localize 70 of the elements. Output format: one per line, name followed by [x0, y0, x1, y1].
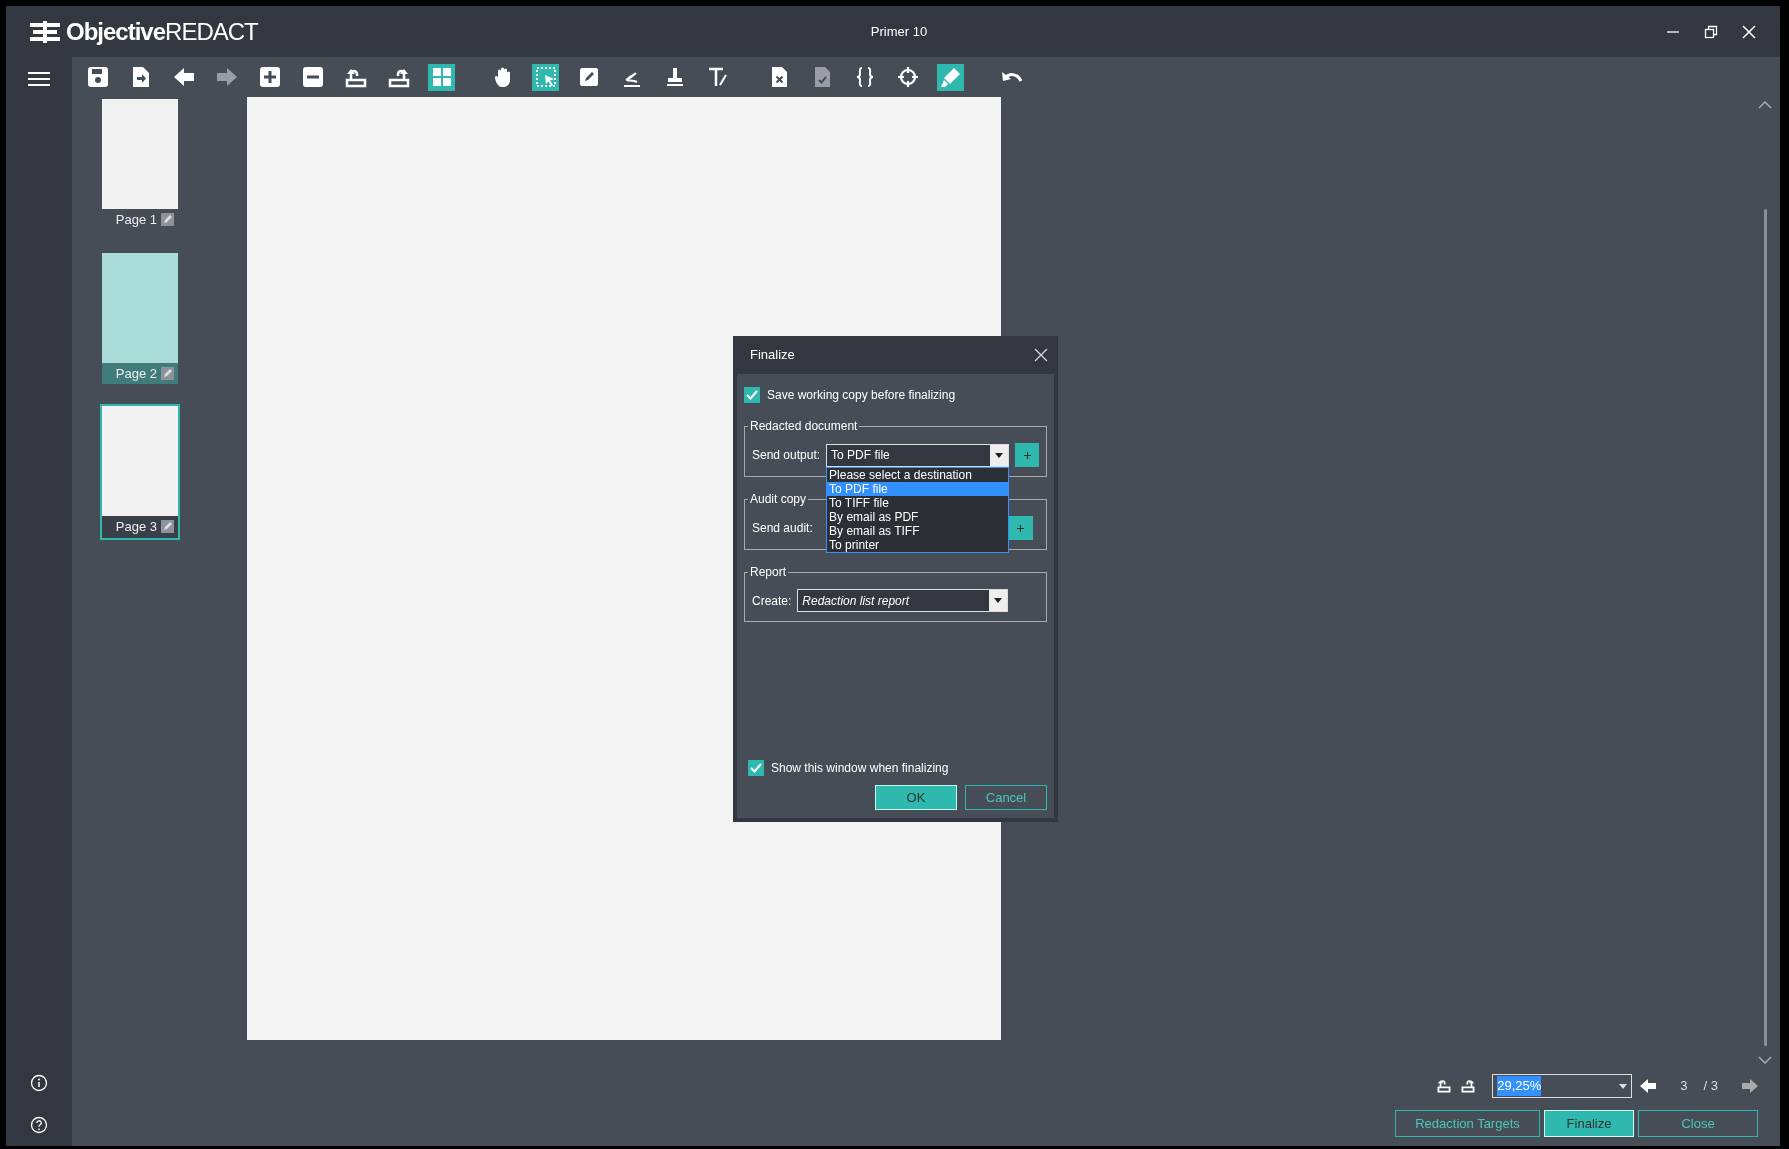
- footer-button[interactable]: Close: [1638, 1110, 1758, 1137]
- restore-icon: [1704, 24, 1718, 39]
- logo-text: REDACT: [165, 16, 258, 47]
- rotate-left-icon[interactable]: [1436, 1079, 1453, 1093]
- undo-icon: [1000, 71, 1023, 83]
- toolbar-button[interactable]: [428, 63, 455, 91]
- field-label: Send output:: [752, 447, 821, 464]
- page-label: Page 3: [115, 518, 157, 536]
- page-label: Page 1: [115, 211, 157, 229]
- close-icon: [1742, 24, 1756, 39]
- field-label: Send audit:: [752, 520, 813, 537]
- scroll-up-icon[interactable]: [1758, 101, 1772, 109]
- page-label: Page 2: [115, 364, 157, 383]
- page-total: / 3: [1703, 1077, 1718, 1096]
- selection-icon: [534, 66, 557, 88]
- crosshair-icon: [896, 66, 919, 88]
- dropdown-option[interactable]: Please select a destination: [827, 467, 1009, 482]
- dropdown-option[interactable]: To TIFF file: [827, 495, 1009, 510]
- dialog-button[interactable]: OK: [875, 785, 957, 810]
- page-thumbnail[interactable]: Page 1: [100, 97, 180, 233]
- right-arrow-icon: [215, 66, 238, 88]
- add-button[interactable]: [1007, 516, 1033, 540]
- page-thumbnail[interactable]: Page 3: [100, 404, 180, 540]
- edit-icon: [161, 213, 174, 227]
- group-label: Report: [748, 564, 789, 580]
- scrollbar-thumb[interactable]: [1763, 209, 1767, 1046]
- dropdown-option[interactable]: By email as PDF: [827, 509, 1009, 524]
- output-dropdown[interactable]: To PDF file: [826, 443, 1010, 467]
- page-number[interactable]: 3: [1680, 1076, 1688, 1096]
- info-button[interactable]: [30, 1074, 48, 1092]
- checkbox-label: Show this window when finalizing: [771, 760, 949, 777]
- logo-text: Objective: [66, 16, 166, 47]
- page-thumbnail[interactable]: Page 2: [100, 250, 180, 386]
- menu-button[interactable]: [28, 71, 50, 87]
- group-label: Audit copy: [748, 491, 809, 507]
- dropdown-option[interactable]: By email as TIFF: [827, 523, 1009, 538]
- edit-icon: [161, 366, 174, 380]
- dropdown-option[interactable]: To printer: [827, 537, 1009, 552]
- dialog-button[interactable]: Cancel: [965, 785, 1047, 810]
- dialog-title: Finalize: [750, 346, 795, 365]
- scroll-down-icon[interactable]: [1758, 1056, 1772, 1064]
- checkbox[interactable]: [748, 760, 764, 776]
- plus-square-icon: [258, 66, 281, 88]
- toolbar-button[interactable]: [532, 63, 559, 91]
- checkbox-label: Save working copy before finalizing: [767, 387, 956, 404]
- left-arrow-icon: [172, 66, 195, 88]
- right-arrow-icon[interactable]: [1742, 1079, 1758, 1093]
- minus-square-icon: [301, 66, 324, 88]
- pencil-icon: [577, 66, 600, 88]
- edit-icon: [161, 520, 174, 534]
- report-dropdown[interactable]: Redaction list report: [797, 589, 1009, 612]
- dropdown-arrow-icon[interactable]: [1619, 1083, 1628, 1089]
- logo-icon: [30, 20, 60, 43]
- add-button[interactable]: [1015, 443, 1039, 467]
- footer-button[interactable]: Finalize: [1544, 1110, 1634, 1137]
- checkbox[interactable]: [744, 387, 760, 403]
- text-cursor-icon: [706, 66, 729, 88]
- toolbar-button[interactable]: [937, 63, 964, 91]
- left-arrow-icon[interactable]: [1640, 1079, 1657, 1093]
- rotate-right-icon[interactable]: [1460, 1079, 1477, 1093]
- close-button[interactable]: [1034, 348, 1048, 362]
- plus-icon: [1016, 524, 1024, 532]
- help-button[interactable]: [30, 1116, 48, 1134]
- field-label: Create:: [752, 592, 792, 610]
- minimize-icon: [1666, 30, 1680, 33]
- grid-icon: [430, 66, 453, 88]
- plus-icon: [1023, 451, 1031, 459]
- highlighter-icon: [939, 66, 962, 88]
- window-title: Primer 10: [870, 23, 928, 39]
- footer-button[interactable]: Redaction Targets: [1395, 1110, 1540, 1137]
